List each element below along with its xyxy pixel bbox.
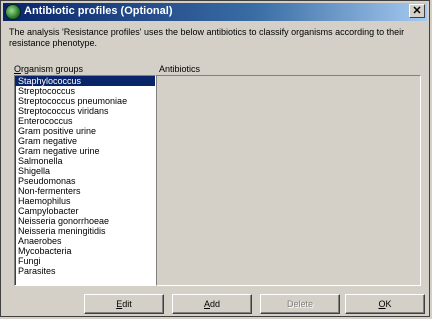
organism-groups-label: Organism groups <box>14 64 84 74</box>
organism-group-item[interactable]: Neisseria gonorrhoeae <box>15 216 155 226</box>
organism-group-item[interactable]: Fungi <box>15 256 155 266</box>
organism-group-item[interactable]: Campylobacter <box>15 206 155 216</box>
organism-group-item[interactable]: Mycobacteria <box>15 246 155 256</box>
description-text: The analysis 'Resistance profiles' uses … <box>9 27 405 48</box>
organism-group-item[interactable]: Staphylococcus <box>15 76 155 86</box>
organism-group-item[interactable]: Haemophilus <box>15 196 155 206</box>
organism-group-item[interactable]: Non-fermenters <box>15 186 155 196</box>
window-title: Antibiotic profiles (Optional) <box>24 5 173 17</box>
organism-group-item[interactable]: Pseudomonas <box>15 176 155 186</box>
organism-group-item[interactable]: Gram negative <box>15 136 155 146</box>
antibiotics-panel[interactable] <box>156 75 421 286</box>
antibiotics-label: Antibiotics <box>159 64 201 74</box>
organism-group-item[interactable]: Salmonella <box>15 156 155 166</box>
organism-group-item[interactable]: Parasites <box>15 266 155 276</box>
ok-button[interactable]: OK <box>345 294 425 314</box>
add-button[interactable]: Add <box>172 294 252 314</box>
organism-group-item[interactable]: Neisseria meningitidis <box>15 226 155 236</box>
organism-group-item[interactable]: Streptococcus pneumoniae <box>15 96 155 106</box>
organism-group-item[interactable]: Streptococcus viridans <box>15 106 155 116</box>
title-bar[interactable]: Antibiotic profiles (Optional) ✕ <box>3 3 427 21</box>
organism-groups-listbox[interactable]: Staphylococcus Streptococcus Streptococcus… <box>14 75 156 286</box>
organism-group-item[interactable]: Gram positive urine <box>15 126 155 136</box>
organism-group-item[interactable]: Gram negative urine <box>15 146 155 156</box>
organism-group-item[interactable]: Shigella <box>15 166 155 176</box>
dialog-window: Antibiotic profiles (Optional) ✕ The ana… <box>0 0 430 317</box>
delete-button: Delete <box>260 294 340 314</box>
organism-group-item[interactable]: Anaerobes <box>15 236 155 246</box>
edit-button[interactable]: Edit <box>84 294 164 314</box>
organism-group-item[interactable]: Streptococcus <box>15 86 155 96</box>
close-button[interactable]: ✕ <box>409 4 425 18</box>
globe-icon <box>6 5 20 19</box>
organism-group-item[interactable]: Enterococcus <box>15 116 155 126</box>
